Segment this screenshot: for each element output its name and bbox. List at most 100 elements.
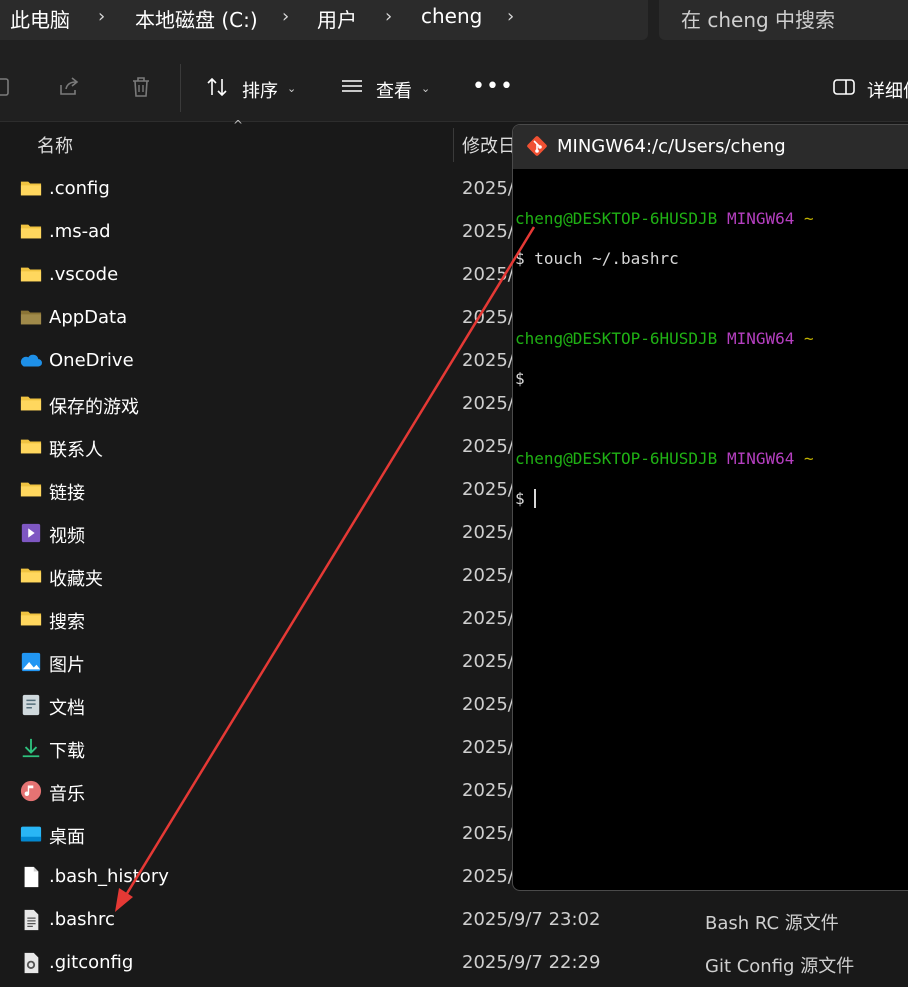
chevron-right-icon[interactable]: › — [507, 6, 514, 27]
file-name: 桌面 — [49, 827, 85, 848]
column-header-date[interactable]: 修改日 — [462, 132, 516, 158]
sort-icon[interactable] — [205, 75, 229, 99]
folder-icon — [20, 611, 42, 626]
git-logo-icon — [527, 136, 547, 156]
git-bash-terminal-window[interactable]: MINGW64:/c/Users/cheng cheng@DESKTOP-6HU… — [512, 124, 908, 891]
sort-ascending-indicator: ^ — [233, 118, 244, 132]
file-modified-date: 2025/ — [462, 737, 514, 758]
column-resize-handle[interactable] — [453, 128, 454, 162]
pictures-folder-icon — [21, 652, 41, 672]
file-row[interactable]: .gitconfig 2025/9/7 22:29 Git Config 源文件 — [0, 942, 908, 985]
file-modified-date: 2025/ — [462, 651, 514, 672]
documents-folder-icon — [22, 694, 40, 716]
desktop-folder-icon — [20, 826, 42, 842]
download-folder-icon — [22, 738, 40, 758]
breadcrumb: 此电脑 › 本地磁盘 (C:) › 用户 › cheng › — [0, 0, 648, 40]
command-bar: 排序 ⌄ 查看 ⌄ ••• 详细信 — [0, 50, 908, 122]
file-name: 搜索 — [49, 612, 85, 633]
file-name: 联系人 — [49, 440, 103, 461]
folder-icon — [20, 181, 42, 196]
address-bar: 此电脑 › 本地磁盘 (C:) › 用户 › cheng › 在 cheng 中… — [0, 0, 908, 50]
file-modified-date: 2025/ — [462, 780, 514, 801]
file-modified-date: 2025/ — [462, 178, 514, 199]
file-modified-date: 2025/ — [462, 350, 514, 371]
column-header-name[interactable]: 名称 — [37, 132, 73, 158]
file-modified-date: 2025/ — [462, 393, 514, 414]
file-modified-date: 2025/ — [462, 608, 514, 629]
file-modified-date: 2025/ — [462, 823, 514, 844]
breadcrumb-local-disk[interactable]: 本地磁盘 (C:) — [135, 4, 258, 33]
details-button[interactable]: 详细信 — [867, 77, 908, 103]
folder-hidden-icon — [20, 310, 42, 325]
delete-trash-icon[interactable] — [129, 75, 153, 99]
terminal-title: MINGW64:/c/Users/cheng — [557, 136, 786, 157]
toolbar-divider — [180, 64, 181, 112]
text-file-icon — [24, 909, 39, 931]
terminal-output[interactable]: cheng@DESKTOP-6HUSDJB MINGW64 ~ $ touch … — [515, 189, 814, 549]
more-options-button[interactable]: ••• — [472, 74, 514, 99]
file-type: Bash RC 源文件 — [705, 913, 839, 934]
file-modified-date: 2025/ — [462, 479, 514, 500]
file-modified-date: 2025/ — [462, 522, 514, 543]
view-icon[interactable] — [340, 75, 364, 99]
view-button[interactable]: 查看 — [376, 77, 412, 103]
breadcrumb-users[interactable]: 用户 — [317, 4, 357, 33]
file-name: .bashrc — [49, 909, 115, 930]
details-pane-icon[interactable] — [832, 75, 856, 99]
file-modified-date: 2025/ — [462, 694, 514, 715]
file-modified-date: 2025/ — [462, 436, 514, 457]
music-folder-icon — [20, 780, 42, 802]
file-name: OneDrive — [49, 350, 134, 371]
prompt-line: cheng@DESKTOP-6HUSDJB MINGW64 ~ — [515, 329, 814, 348]
chevron-right-icon[interactable]: › — [282, 6, 289, 27]
breadcrumb-cheng[interactable]: cheng — [421, 4, 482, 28]
file-name: 文档 — [49, 698, 85, 719]
file-modified-date: 2025/9/7 23:02 — [462, 909, 601, 930]
file-name: 视频 — [49, 526, 85, 547]
file-name: .bash_history — [49, 866, 169, 887]
file-modified-date: 2025/ — [462, 307, 514, 328]
command-line: $ touch ~/.bashrc — [515, 249, 679, 268]
prompt-line: cheng@DESKTOP-6HUSDJB MINGW64 ~ — [515, 449, 814, 468]
copy-icon[interactable] — [0, 75, 14, 99]
file-icon — [24, 866, 39, 888]
file-modified-date: 2025/ — [462, 565, 514, 586]
share-icon[interactable] — [57, 75, 81, 99]
folder-icon — [20, 439, 42, 454]
prompt-line: cheng@DESKTOP-6HUSDJB MINGW64 ~ — [515, 209, 814, 228]
chevron-down-icon[interactable]: ⌄ — [287, 82, 296, 95]
file-name: 收藏夹 — [49, 569, 103, 590]
folder-icon — [20, 482, 42, 497]
file-name: 下载 — [49, 741, 85, 762]
file-name: AppData — [49, 307, 128, 328]
file-name: 音乐 — [49, 784, 85, 805]
command-line: $ — [515, 369, 525, 388]
video-folder-icon — [21, 523, 41, 543]
chevron-down-icon[interactable]: ⌄ — [421, 82, 430, 95]
search-input[interactable]: 在 cheng 中搜索 — [659, 0, 908, 40]
breadcrumb-this-pc[interactable]: 此电脑 — [10, 4, 70, 33]
file-row[interactable]: .bashrc 2025/9/7 23:02 Bash RC 源文件 — [0, 899, 908, 942]
file-name: .config — [49, 178, 110, 199]
command-line: $ — [515, 489, 814, 509]
file-modified-date: 2025/9/7 22:29 — [462, 952, 601, 973]
file-name: 保存的游戏 — [49, 397, 139, 418]
file-type: Git Config 源文件 — [705, 956, 855, 977]
chevron-right-icon[interactable]: › — [385, 6, 392, 27]
file-modified-date: 2025/ — [462, 264, 514, 285]
search-placeholder: 在 cheng 中搜索 — [681, 8, 836, 32]
sort-button[interactable]: 排序 — [242, 77, 278, 103]
file-name: 链接 — [49, 483, 85, 504]
folder-icon — [20, 568, 42, 583]
folder-icon — [20, 396, 42, 411]
folder-icon — [20, 267, 42, 282]
text-cursor — [534, 489, 537, 508]
file-modified-date: 2025/ — [462, 221, 514, 242]
file-name: 图片 — [49, 655, 85, 676]
config-file-icon — [24, 952, 39, 974]
chevron-right-icon[interactable]: › — [98, 6, 105, 27]
file-name: .vscode — [49, 264, 119, 285]
folder-icon — [20, 224, 42, 239]
file-modified-date: 2025/ — [462, 866, 514, 887]
terminal-title-bar[interactable]: MINGW64:/c/Users/cheng — [513, 125, 908, 169]
